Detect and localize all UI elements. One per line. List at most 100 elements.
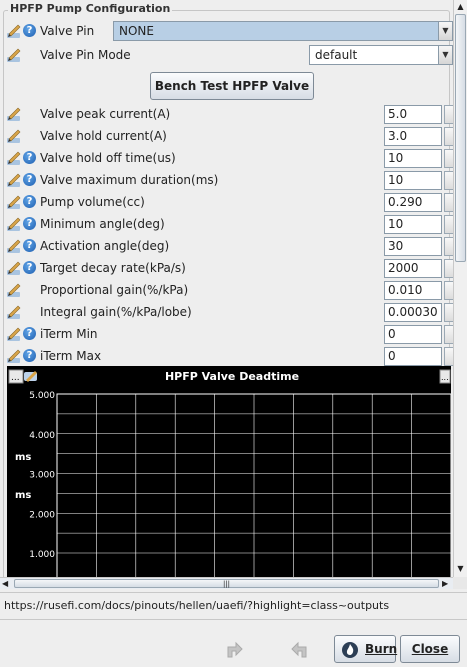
field-label: Proportional gain(%/kPa) <box>40 283 189 297</box>
edit-icon[interactable] <box>6 260 22 276</box>
spinner-button[interactable] <box>444 149 453 168</box>
spinner-button[interactable] <box>444 347 453 366</box>
group-title: HPFP Pump Configuration <box>8 2 173 15</box>
chart-canvas: ... ... HPFP Valve Deadtime ms ms 5.000 4… <box>8 369 452 578</box>
spinner-button[interactable] <box>444 105 453 124</box>
spinner-button[interactable] <box>444 193 453 212</box>
field-input[interactable]: 10 <box>384 149 442 168</box>
field-input[interactable]: 0.290 <box>384 193 442 212</box>
chevron-down-icon[interactable]: ▼ <box>438 22 452 40</box>
valve-pin-mode-select[interactable]: default ▼ <box>309 45 453 65</box>
vertical-scrollbar[interactable]: ▲ ▼ <box>453 0 467 578</box>
field-row: ? Pump volume(cc) 0.290 <box>0 191 453 213</box>
field-label: Integral gain(%/kPa/lobe) <box>40 305 192 319</box>
spinner-button[interactable] <box>444 259 453 278</box>
chart-grid <box>56 393 452 578</box>
close-button[interactable]: Close <box>400 635 460 663</box>
edit-icon[interactable] <box>6 238 22 254</box>
chart-menu-label: ... <box>11 373 20 383</box>
field-row: ? iTerm Min 0 <box>0 323 453 345</box>
field-input[interactable]: 10 <box>384 215 442 234</box>
spinner-button[interactable] <box>444 127 453 146</box>
scroll-thumb-horizontal[interactable]: ||| <box>14 579 439 588</box>
field-label: Valve hold current(A) <box>40 129 167 143</box>
edit-icon[interactable] <box>6 348 22 364</box>
flame-icon <box>342 642 358 658</box>
field-label: iTerm Min <box>40 327 98 341</box>
edit-icon[interactable] <box>6 106 22 122</box>
y-tick-label: 3.000 <box>29 471 55 481</box>
close-label: Close <box>411 642 449 656</box>
edit-icon[interactable] <box>6 326 22 342</box>
valve-pin-mode-row: Valve Pin Mode default ▼ <box>0 44 453 66</box>
undo-icon[interactable] <box>222 637 246 661</box>
chart-options-label: ... <box>441 373 449 382</box>
edit-icon[interactable] <box>6 216 22 232</box>
help-icon[interactable]: ? <box>23 349 36 362</box>
scroll-left-icon[interactable]: ◀ <box>2 578 12 589</box>
valve-pin-mode-value: default <box>315 48 358 62</box>
valve-pin-select[interactable]: NONE ▼ <box>113 21 453 41</box>
field-input[interactable]: 10 <box>384 171 442 190</box>
edit-icon[interactable] <box>6 282 22 298</box>
edit-icon[interactable] <box>6 47 22 63</box>
scroll-right-icon[interactable]: ▶ <box>442 578 452 589</box>
redo-icon[interactable] <box>288 637 312 661</box>
field-input[interactable]: 5.0 <box>384 105 442 124</box>
y-tick-label: 2.000 <box>29 510 55 520</box>
field-row: ? Activation angle(deg) 30 <box>0 235 453 257</box>
scroll-thumb[interactable] <box>455 14 466 262</box>
field-row: ? Valve hold off time(us) 10 <box>0 147 453 169</box>
help-icon[interactable]: ? <box>23 195 36 208</box>
field-row: Integral gain(%/kPa/lobe) 0.00030 <box>0 301 453 323</box>
spinner-button[interactable] <box>444 237 453 256</box>
help-icon[interactable]: ? <box>23 261 36 274</box>
spinner-button[interactable] <box>444 171 453 190</box>
field-row: Valve hold current(A) 3.0 <box>0 125 453 147</box>
y-axis-label: ms <box>15 452 31 463</box>
field-label: Valve peak current(A) <box>40 107 171 121</box>
edit-icon[interactable] <box>6 194 22 210</box>
help-icon[interactable]: ? <box>23 217 36 230</box>
field-input[interactable]: 0.00030 <box>384 303 442 322</box>
help-icon[interactable]: ? <box>23 24 36 37</box>
status-url[interactable]: https://rusefi.com/docs/pinouts/hellen/u… <box>4 599 389 612</box>
help-icon[interactable]: ? <box>23 239 36 252</box>
edit-icon[interactable] <box>6 23 22 39</box>
spinner-button[interactable] <box>444 215 453 234</box>
spinner-button[interactable] <box>444 281 453 300</box>
help-icon[interactable]: ? <box>23 173 36 186</box>
edit-icon[interactable] <box>6 128 22 144</box>
burn-label: Burn <box>365 642 398 656</box>
valve-pin-value: NONE <box>119 24 154 38</box>
deadtime-chart[interactable]: ... ... HPFP Valve Deadtime ms ms 5.000 4… <box>7 366 452 578</box>
scroll-grip: ||| <box>222 580 231 588</box>
spinner-button[interactable] <box>444 325 453 344</box>
bench-test-button[interactable]: Bench Test HPFP Valve <box>150 72 314 100</box>
chevron-down-icon[interactable]: ▼ <box>438 46 452 64</box>
y-tick-label: 4.000 <box>29 431 55 441</box>
field-label: Target decay rate(kPa/s) <box>40 261 186 275</box>
edit-icon[interactable] <box>6 150 22 166</box>
scroll-up-icon[interactable]: ▲ <box>455 1 466 13</box>
field-input[interactable]: 0 <box>384 347 442 366</box>
chart-menu-button[interactable]: ... <box>8 369 24 384</box>
field-input[interactable]: 30 <box>384 237 442 256</box>
edit-icon[interactable] <box>6 304 22 320</box>
help-icon[interactable]: ? <box>23 151 36 164</box>
field-row: ? iTerm Max 0 <box>0 345 453 367</box>
horizontal-scrollbar[interactable]: ◀ ||| ▶ <box>0 577 453 589</box>
field-row: ? Valve maximum duration(ms) 10 <box>0 169 453 191</box>
field-row: Proportional gain(%/kPa) 0.010 <box>0 279 453 301</box>
field-input[interactable]: 0.010 <box>384 281 442 300</box>
spinner-button[interactable] <box>444 303 453 322</box>
help-icon[interactable]: ? <box>23 327 36 340</box>
burn-button[interactable]: Burn <box>334 635 398 663</box>
chart-options-button[interactable]: ... <box>439 369 451 384</box>
edit-icon[interactable] <box>6 172 22 188</box>
field-input[interactable]: 3.0 <box>384 127 442 146</box>
chart-edit-icon[interactable] <box>24 371 37 382</box>
scroll-down-icon[interactable]: ▼ <box>455 563 466 575</box>
field-input[interactable]: 2000 <box>384 259 442 278</box>
field-input[interactable]: 0 <box>384 325 442 344</box>
